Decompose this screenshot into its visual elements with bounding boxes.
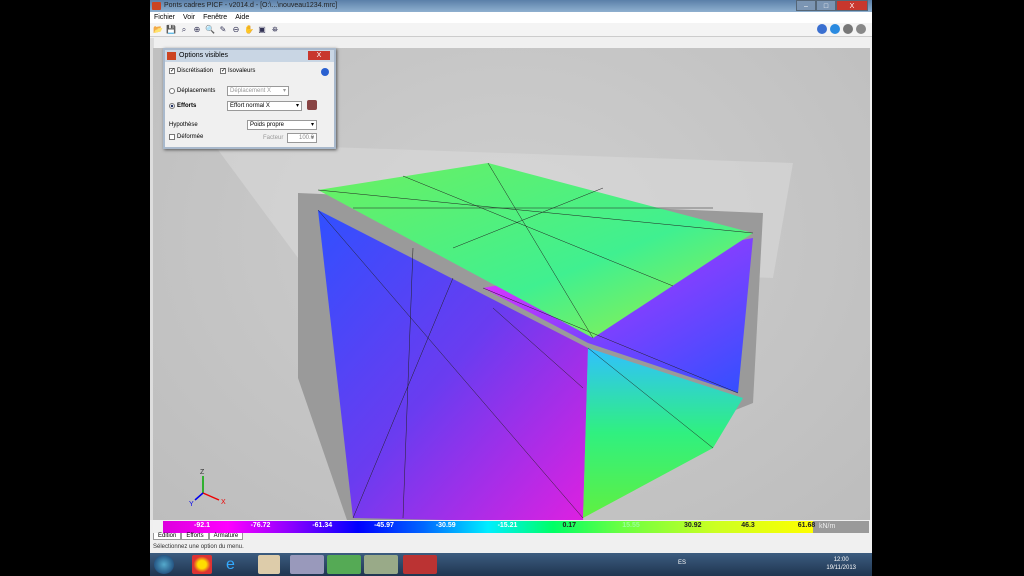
view-3d-icon[interactable]: ▣ xyxy=(257,25,267,35)
hypothese-select[interactable]: Poids propre xyxy=(247,120,317,130)
legend-value: -61.34 xyxy=(312,522,333,529)
tab-armature[interactable]: Armature xyxy=(208,533,244,540)
recorder-taskbar-icon[interactable] xyxy=(327,555,361,574)
menu-fichier[interactable]: Fichier xyxy=(154,12,175,23)
legend-value: -92.1 xyxy=(194,522,210,529)
app-window: Ponts cadres PICF - v2014.d - [O:\...\no… xyxy=(150,0,872,576)
folder-taskbar-icon[interactable] xyxy=(258,555,280,574)
menu-fenetre[interactable]: Fenêtre xyxy=(203,12,227,23)
zoom-icon[interactable]: 🔍 xyxy=(205,25,215,35)
deplacements-radio[interactable] xyxy=(169,88,175,94)
legend-value: 46.3 xyxy=(741,522,755,529)
help-icon[interactable] xyxy=(817,24,827,34)
window-title: Ponts cadres PICF - v2014.d - [O:\...\no… xyxy=(164,2,338,9)
time: 12:00 xyxy=(833,557,849,563)
status-bar-text: Sélectionnez une option du menu. xyxy=(153,544,244,550)
zoom-extents-icon[interactable]: ⌕ xyxy=(179,25,189,35)
legend-value: -45.97 xyxy=(374,522,394,529)
close-button[interactable]: X xyxy=(836,0,868,11)
explorer-taskbar-icon[interactable] xyxy=(290,555,324,574)
deplacement-select[interactable]: Déplacement X xyxy=(227,86,289,96)
discretisation-label: Discrétisation xyxy=(177,68,214,74)
legend-value: 61.68 xyxy=(797,522,816,529)
toolbar: 📂 💾 ⌕ ⊕ 🔍 ✎ ⊖ ✋ ▣ ⛯ xyxy=(150,23,872,37)
zoom-window-icon[interactable]: ⊕ xyxy=(192,25,202,35)
axis-triad: Z X Y xyxy=(189,469,226,508)
facteur-label: Facteur xyxy=(263,135,284,141)
menu-bar: Fichier Voir Fenêtre Aide xyxy=(150,12,872,23)
chrome-taskbar-icon[interactable] xyxy=(192,555,212,574)
color-palette-icon[interactable] xyxy=(307,100,317,110)
clock[interactable]: 12:00 19/11/2013 xyxy=(826,556,856,572)
deplacements-label: Déplacements xyxy=(177,88,216,94)
dialog-title: Options visibles xyxy=(179,52,229,59)
legend-unit: kN/m xyxy=(813,521,869,533)
language-indicator[interactable]: ES xyxy=(678,560,686,566)
start-button[interactable] xyxy=(154,555,174,574)
legend-value: 0.17 xyxy=(562,522,577,529)
date: 19/11/2013 xyxy=(826,565,856,571)
notes-taskbar-icon[interactable] xyxy=(364,555,398,574)
title-bar: Ponts cadres PICF - v2014.d - [O:\...\no… xyxy=(150,0,872,12)
legend-value: -76.72 xyxy=(250,522,271,529)
axis-z-label: Z xyxy=(200,469,205,476)
axis-y-label: Y xyxy=(189,501,194,508)
picf-taskbar-icon[interactable] xyxy=(403,555,437,574)
bottom-tabs: Edition Efforts Armature xyxy=(153,533,244,540)
isovaleurs-label: Isovaleurs xyxy=(228,68,256,74)
discretisation-checkbox[interactable]: ✓ xyxy=(169,68,175,74)
efforts-label: Efforts xyxy=(177,103,197,109)
hypothese-label: Hypothèse xyxy=(169,122,198,128)
options-visibles-dialog: Options visibles X ✓ Discrétisation ✓ Isova… xyxy=(163,48,336,149)
legend-value: -30.59 xyxy=(435,522,456,529)
axis-x-label: X xyxy=(221,499,226,506)
legend-gradient: -92.1 -76.72 -61.34 -45.97 -30.59 -15.21… xyxy=(163,521,816,533)
ie-taskbar-icon[interactable]: e xyxy=(226,555,246,574)
maximize-button[interactable]: □ xyxy=(816,0,836,11)
3d-viewport[interactable]: Z X Y Options visibles X ✓ Discrétisation … xyxy=(153,48,870,523)
globe-icon[interactable] xyxy=(830,24,840,34)
hand-icon[interactable]: ✋ xyxy=(244,25,254,35)
efforts-radio[interactable] xyxy=(169,103,175,109)
app-icon xyxy=(152,2,161,10)
facteur-input[interactable]: 100.0 xyxy=(287,133,317,143)
legend-value: -15.21 xyxy=(497,522,518,529)
legend-value: 30.92 xyxy=(683,522,702,529)
print-icon[interactable] xyxy=(843,24,853,34)
legend-value: 15.55 xyxy=(622,522,640,529)
pencil-icon[interactable]: ✎ xyxy=(218,25,228,35)
open-icon[interactable]: 📂 xyxy=(153,25,163,35)
color-legend: -92.1 -76.72 -61.34 -45.97 -30.59 -15.21… xyxy=(163,521,869,533)
windows-taskbar: e ES 12:00 19/11/2013 xyxy=(150,553,872,576)
save-icon[interactable]: 💾 xyxy=(166,25,176,35)
deformee-label: Déformée xyxy=(177,134,204,140)
minimize-button[interactable]: – xyxy=(796,0,816,11)
tab-efforts[interactable]: Efforts xyxy=(181,533,209,540)
menu-voir[interactable]: Voir xyxy=(183,12,195,23)
effort-select[interactable]: Effort normal X xyxy=(227,101,302,111)
menu-aide[interactable]: Aide xyxy=(235,12,249,23)
deformee-checkbox[interactable] xyxy=(169,134,175,140)
binoculars-icon[interactable]: ⛯ xyxy=(270,25,280,35)
isovaleurs-checkbox[interactable]: ✓ xyxy=(220,68,226,74)
help-icon[interactable] xyxy=(321,68,329,76)
tab-edition[interactable]: Edition xyxy=(153,533,182,540)
dialog-close-button[interactable]: X xyxy=(308,51,330,60)
camera-icon[interactable] xyxy=(856,24,866,34)
zoom-out-icon[interactable]: ⊖ xyxy=(231,25,241,35)
app-icon xyxy=(167,52,176,60)
